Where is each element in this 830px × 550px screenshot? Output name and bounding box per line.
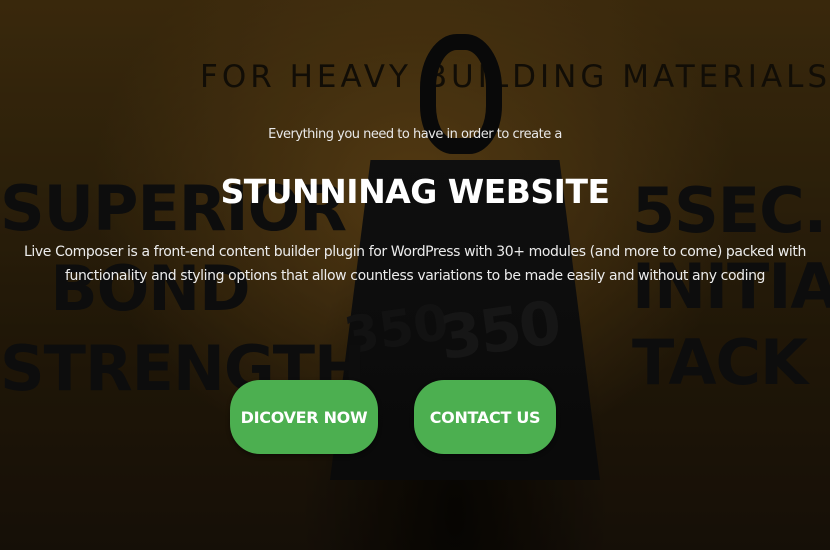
discover-now-button[interactable]: DICOVER NOW <box>230 380 378 454</box>
hero-content: Everything you need to have in order to … <box>0 0 830 550</box>
hero-section: FOR HEAVY BUILDING MATERIALS 350 350 SUP… <box>0 0 830 550</box>
hero-description: Live Composer is a front-end content bui… <box>24 244 806 284</box>
hero-title: STUNNINAG WEBSITE <box>220 172 610 211</box>
contact-us-button[interactable]: CONTACT US <box>414 380 556 454</box>
hero-pretitle: Everything you need to have in order to … <box>268 127 562 142</box>
